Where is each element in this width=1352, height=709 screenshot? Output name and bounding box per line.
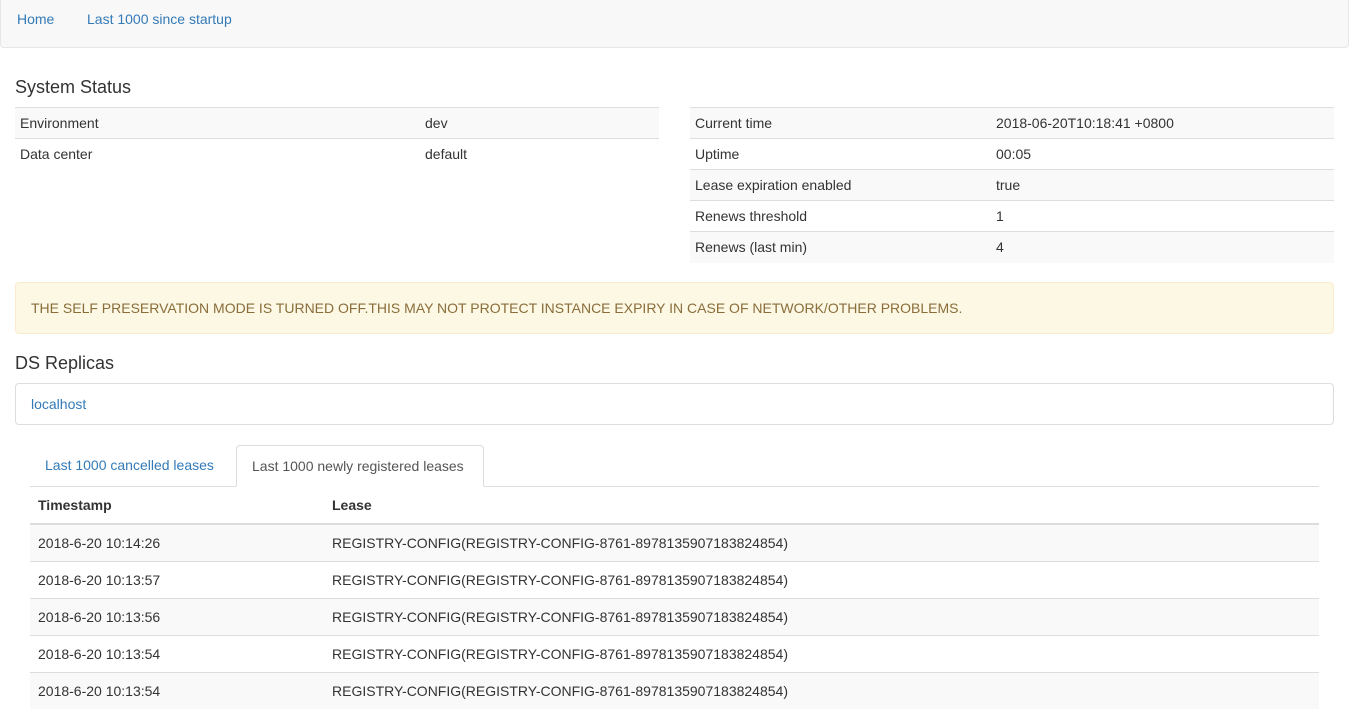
- status-value: default: [420, 138, 659, 170]
- leases-table: Timestamp Lease 2018-6-20 10:14:26 REGIS…: [30, 487, 1319, 709]
- status-key: Renews threshold: [690, 200, 991, 232]
- table-header-row: Timestamp Lease: [30, 487, 1319, 525]
- status-value: 4: [991, 231, 1334, 263]
- ds-replicas-heading: DS Replicas: [15, 353, 115, 373]
- table-row: 2018-6-20 10:13:54 REGISTRY-CONFIG(REGIS…: [30, 671, 1319, 709]
- status-row: Current time 2018-06-20T10:18:41 +0800: [690, 107, 1334, 139]
- status-value: dev: [420, 107, 659, 139]
- system-status-heading: System Status: [15, 77, 132, 97]
- status-row: Renews threshold 1: [690, 200, 1334, 232]
- status-value: true: [991, 169, 1334, 201]
- status-value: 2018-06-20T10:18:41 +0800: [991, 107, 1334, 139]
- status-row: Environment dev: [15, 107, 659, 139]
- status-key: Lease expiration enabled: [690, 169, 991, 201]
- status-value: 00:05: [991, 138, 1334, 170]
- status-key: Current time: [690, 107, 991, 139]
- ds-replicas-list: localhost: [15, 383, 1334, 425]
- navbar: Home Last 1000 since startup: [0, 0, 1349, 48]
- status-key: Environment: [15, 107, 420, 139]
- table-row: 2018-6-20 10:13:54 REGISTRY-CONFIG(REGIS…: [30, 634, 1319, 672]
- status-value: 1: [991, 200, 1334, 232]
- status-row: Data center default: [15, 138, 659, 170]
- lease-name: REGISTRY-CONFIG(REGISTRY-CONFIG-8761-897…: [324, 671, 1319, 709]
- table-row: 2018-6-20 10:13:57 REGISTRY-CONFIG(REGIS…: [30, 560, 1319, 598]
- table-row: 2018-6-20 10:13:56 REGISTRY-CONFIG(REGIS…: [30, 597, 1319, 635]
- self-preservation-warning: THE SELF PRESERVATION MODE IS TURNED OFF…: [15, 282, 1334, 334]
- system-status-table-right: Current time 2018-06-20T10:18:41 +0800 U…: [690, 107, 1334, 263]
- status-row: Lease expiration enabled true: [690, 169, 1334, 201]
- lease-name: REGISTRY-CONFIG(REGISTRY-CONFIG-8761-897…: [324, 634, 1319, 672]
- status-key: Renews (last min): [690, 231, 991, 263]
- lease-name: REGISTRY-CONFIG(REGISTRY-CONFIG-8761-897…: [324, 597, 1319, 635]
- replica-link-localhost[interactable]: localhost: [31, 396, 86, 412]
- lease-timestamp: 2018-6-20 10:13:54: [30, 634, 324, 672]
- lease-timestamp: 2018-6-20 10:14:26: [30, 523, 324, 561]
- system-status-table-left: Environment dev Data center default: [15, 107, 659, 170]
- nav-link-last-1000[interactable]: Last 1000 since startup: [87, 11, 232, 27]
- lease-name: REGISTRY-CONFIG(REGISTRY-CONFIG-8761-897…: [324, 523, 1319, 561]
- nav-link-home[interactable]: Home: [17, 11, 54, 27]
- tab-cancelled-leases[interactable]: Last 1000 cancelled leases: [30, 445, 229, 487]
- lease-timestamp: 2018-6-20 10:13:56: [30, 597, 324, 635]
- lease-timestamp: 2018-6-20 10:13:57: [30, 560, 324, 598]
- lease-name: REGISTRY-CONFIG(REGISTRY-CONFIG-8761-897…: [324, 560, 1319, 598]
- table-row: 2018-6-20 10:14:26 REGISTRY-CONFIG(REGIS…: [30, 523, 1319, 561]
- status-row: Uptime 00:05: [690, 138, 1334, 170]
- status-key: Uptime: [690, 138, 991, 170]
- lease-column-header: Lease: [324, 487, 1319, 525]
- tab-registered-leases[interactable]: Last 1000 newly registered leases: [236, 445, 484, 487]
- lease-timestamp: 2018-6-20 10:13:54: [30, 671, 324, 709]
- status-row: Renews (last min) 4: [690, 231, 1334, 263]
- timestamp-column-header: Timestamp: [30, 487, 324, 525]
- status-key: Data center: [15, 138, 420, 170]
